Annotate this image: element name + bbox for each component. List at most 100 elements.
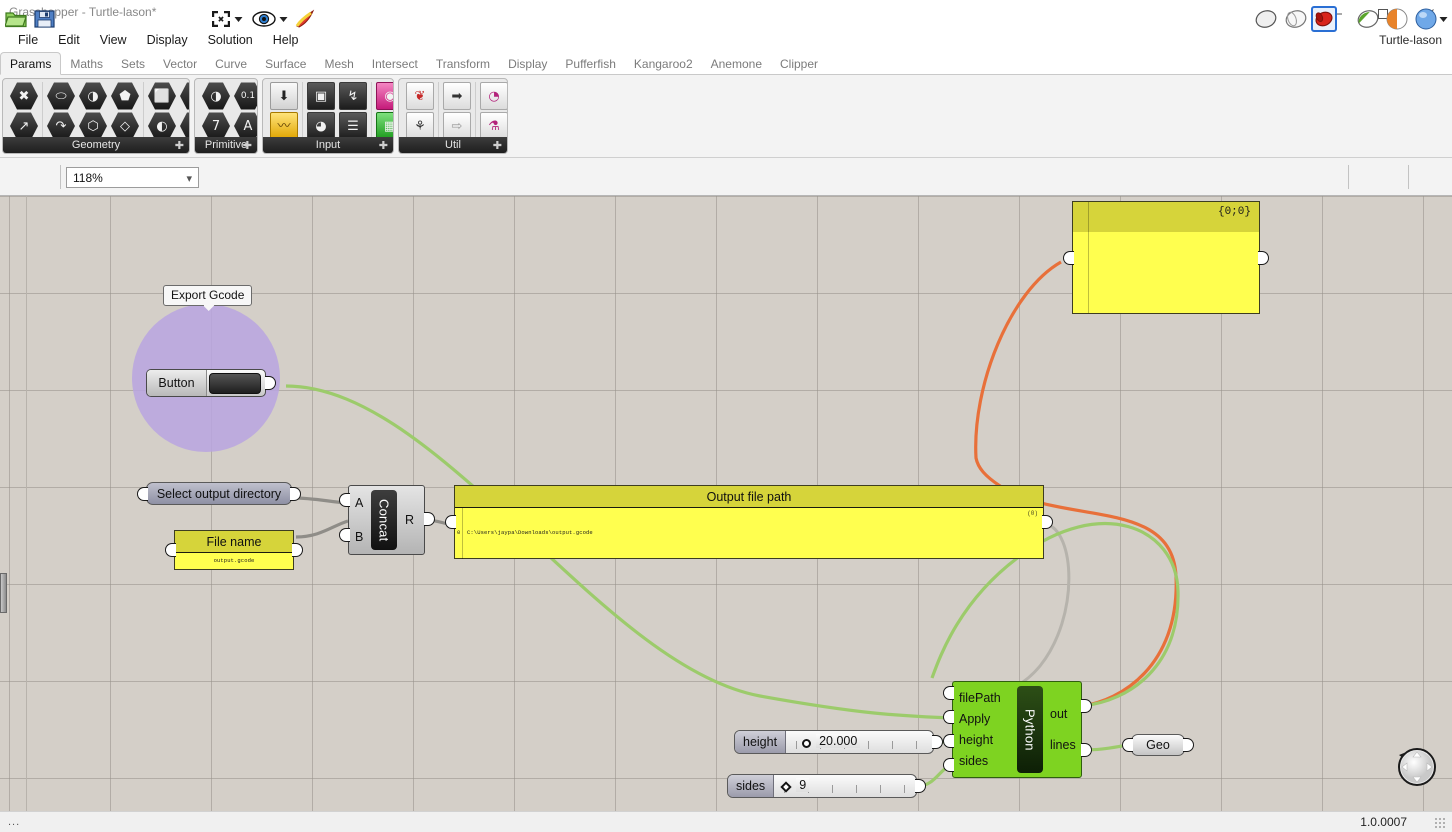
util-cherry-picker-icon[interactable]: ❦ <box>405 82 435 110</box>
python-component-body[interactable]: filePath Apply height sides Python out l… <box>952 681 1082 778</box>
file-name-panel-value[interactable]: output.gcode <box>175 557 293 564</box>
input-import-icon[interactable]: ⬇ <box>269 82 299 110</box>
wireframe-preview-icon[interactable] <box>1283 6 1309 32</box>
tab-clipper[interactable]: Clipper <box>771 52 827 75</box>
preview-color-dropdown-icon[interactable] <box>1437 6 1449 32</box>
tab-pufferfish[interactable]: Pufferfish <box>556 52 624 75</box>
sides-slider-value[interactable]: 9 <box>796 778 810 792</box>
python-input-sides[interactable]: sides <box>959 754 988 768</box>
tab-params[interactable]: Params <box>0 52 62 75</box>
python-input-apply[interactable]: Apply <box>959 712 990 726</box>
python-output-out[interactable]: out <box>1050 707 1067 721</box>
height-slider-body[interactable]: height 20.000 <box>734 730 934 754</box>
zoom-extents-icon[interactable]: ✖ <box>208 6 234 32</box>
param-integer-icon[interactable]: 7 <box>201 112 231 140</box>
save-icon[interactable] <box>31 6 57 32</box>
grasshopper-canvas[interactable]: Export Gcode Button Select output direct… <box>0 196 1452 811</box>
util-data-tree-icon[interactable]: ⚘ <box>405 112 435 140</box>
height-slider-grip[interactable] <box>802 739 812 748</box>
transparent-preview-icon[interactable] <box>1355 6 1381 32</box>
output-file-path-panel-body[interactable]: Output file path (0) 0 C:\Users\jaypa\Do… <box>454 485 1044 559</box>
sphere-material-icon[interactable] <box>1384 6 1410 32</box>
menu-item-view[interactable]: View <box>90 28 137 52</box>
python-title-bar[interactable]: Python <box>1017 686 1043 773</box>
param-surface-icon[interactable]: ⬟ <box>110 82 140 110</box>
util-relay-icon[interactable]: ⇨ <box>442 112 472 140</box>
python-input-filepath[interactable]: filePath <box>959 691 1001 705</box>
input-panel-icon[interactable]: ☰ <box>338 112 368 140</box>
util-flask-icon[interactable]: ⚗ <box>479 112 507 140</box>
navigation-compass-icon[interactable] <box>1391 741 1439 789</box>
param-geometry-icon[interactable]: ✖ <box>9 82 39 110</box>
tab-display[interactable]: Display <box>499 52 556 75</box>
ribbon-panel-primitive-expand-icon[interactable]: ✚ <box>243 139 252 152</box>
zoom-level-combobox[interactable]: 118% ▾ <box>66 167 199 188</box>
empty-panel-body[interactable]: {0;0} <box>1072 201 1260 314</box>
tab-transform[interactable]: Transform <box>427 52 499 75</box>
python-port-filepath[interactable] <box>943 686 954 700</box>
python-input-height[interactable]: height <box>959 733 993 747</box>
empty-panel-input-port[interactable] <box>1063 251 1074 265</box>
tab-mesh[interactable]: Mesh <box>315 52 362 75</box>
param-box-icon[interactable]: ⬜ <box>147 82 177 110</box>
concat-input-a[interactable]: A <box>355 496 363 510</box>
param-arc-icon[interactable]: ↷ <box>46 112 76 140</box>
param-mesh-icon[interactable]: ❄ <box>179 82 189 110</box>
tab-vector[interactable]: Vector <box>154 52 206 75</box>
shaded-preview-icon[interactable] <box>1253 6 1279 32</box>
file-name-input-port[interactable] <box>165 543 176 557</box>
geo-param-label[interactable]: Geo <box>1131 734 1185 756</box>
param-curve-icon[interactable]: ◑ <box>78 82 108 110</box>
input-gradient-icon[interactable]: ◉ <box>375 82 393 110</box>
param-circle-icon[interactable]: ⬭ <box>46 82 76 110</box>
menu-item-display[interactable]: Display <box>137 28 198 52</box>
tab-sets[interactable]: Sets <box>112 52 154 75</box>
sides-slider-body[interactable]: sides 9 <box>727 774 917 798</box>
preview-color-icon[interactable] <box>1413 6 1439 32</box>
select-output-directory-label[interactable]: Select output directory <box>146 482 292 505</box>
param-text-icon[interactable]: A <box>233 112 257 140</box>
util-receiver-icon[interactable]: ➡ <box>442 82 472 110</box>
input-colour-picker-icon[interactable]: ▦ <box>375 112 393 140</box>
preview-dropdown-icon[interactable] <box>277 6 289 32</box>
param-subd-icon[interactable]: ◥ <box>179 112 189 140</box>
concat-port-a[interactable] <box>339 493 350 507</box>
chevron-down-icon[interactable]: ▾ <box>186 172 192 185</box>
param-number-icon[interactable]: 0.1 <box>233 82 257 110</box>
param-vector-icon[interactable]: ↗ <box>9 112 39 140</box>
preview-mesh-icon[interactable] <box>1311 6 1337 32</box>
input-knob-icon[interactable]: ◕ <box>306 112 336 140</box>
concat-title-bar[interactable]: Concat <box>371 490 397 550</box>
input-graph-mapper-icon[interactable]: 〰 <box>269 112 299 140</box>
concat-output-r[interactable]: R <box>405 513 414 527</box>
ribbon-panel-input-expand-icon[interactable]: ✚ <box>379 139 388 152</box>
param-line-icon[interactable]: ⬡ <box>78 112 108 140</box>
tab-intersect[interactable]: Intersect <box>363 52 427 75</box>
concat-port-b[interactable] <box>339 528 350 542</box>
output-file-path-input-port[interactable] <box>445 515 456 529</box>
preview-eye-icon[interactable] <box>251 6 277 32</box>
util-cluster-icon[interactable]: ◔ <box>479 82 507 110</box>
select-output-directory-input-port[interactable] <box>137 487 148 501</box>
python-output-lines[interactable]: lines <box>1050 738 1076 752</box>
concat-component-body[interactable]: A B Concat R <box>348 485 425 555</box>
input-slider-icon[interactable]: ↯ <box>338 82 368 110</box>
param-boolean-icon[interactable]: ◑ <box>201 82 231 110</box>
bake-icon[interactable] <box>292 6 318 32</box>
button-component-press-area[interactable] <box>209 372 261 394</box>
output-file-path-panel-value[interactable]: C:\Users\jaypa\Downloads\output.gcode <box>467 529 1039 536</box>
group-label-export-gcode[interactable]: Export Gcode <box>163 285 253 306</box>
sides-slider-track[interactable]: 9 <box>774 775 916 797</box>
tab-anemone[interactable]: Anemone <box>702 52 771 75</box>
tab-surface[interactable]: Surface <box>256 52 315 75</box>
python-port-height[interactable] <box>943 734 954 748</box>
concat-input-b[interactable]: B <box>355 530 363 544</box>
input-button-icon[interactable]: ▣ <box>306 82 336 110</box>
file-name-panel-body[interactable]: File name output.gcode <box>174 530 294 570</box>
ribbon-panel-geometry-expand-icon[interactable]: ✚ <box>175 139 184 152</box>
zoom-extents-dropdown-icon[interactable] <box>232 6 244 32</box>
param-brep-icon[interactable]: ◐ <box>147 112 177 140</box>
button-component-body[interactable]: Button <box>146 369 266 397</box>
param-rectangle-icon[interactable]: ◇ <box>110 112 140 140</box>
python-port-sides[interactable] <box>943 758 954 772</box>
